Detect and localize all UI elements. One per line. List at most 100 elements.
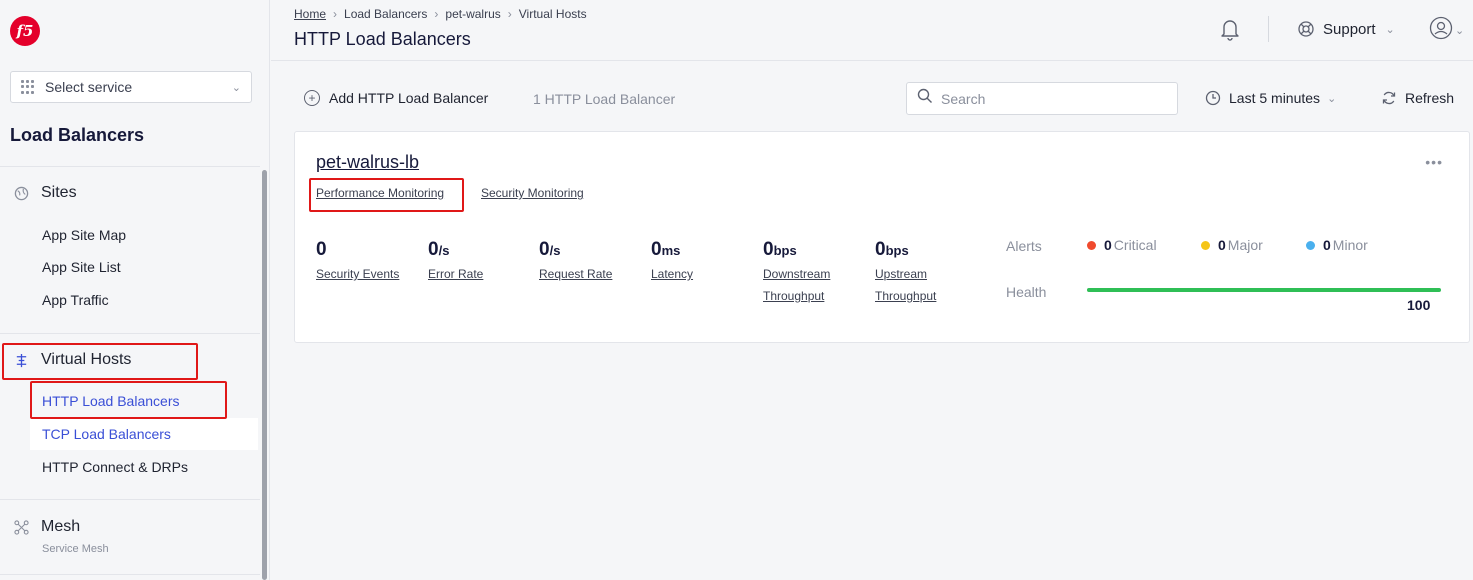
f5-logo[interactable]: f5 <box>10 16 40 46</box>
alert-label: Critical <box>1113 237 1157 253</box>
metric-error-rate: 0/s Error Rate <box>428 239 518 285</box>
highlight-box <box>309 178 464 212</box>
load-balancer-count: 1 HTTP Load Balancer <box>533 91 676 107</box>
health-bar <box>1087 288 1441 292</box>
metric-unit: bps <box>885 243 909 258</box>
alert-critical[interactable]: 0 Critical <box>1087 237 1157 253</box>
globe-icon <box>13 185 29 201</box>
refresh-label: Refresh <box>1405 90 1455 106</box>
sidebar-group-subtitle: Service Mesh <box>42 543 109 555</box>
sidebar-group-sites[interactable]: Sites <box>13 184 77 202</box>
load-balancer-name-link[interactable]: pet-walrus-lb <box>316 152 419 173</box>
metric-label-link[interactable]: Error Rate <box>428 263 518 285</box>
chevron-down-icon: ⌄ <box>231 81 241 94</box>
sidebar-group-label: Sites <box>41 184 77 201</box>
metric-label-link[interactable]: Latency <box>651 263 741 285</box>
breadcrumb-virtual-hosts[interactable]: Virtual Hosts <box>519 7 587 21</box>
metric-security-events: 0 Security Events <box>316 239 406 285</box>
alert-count: 0 <box>1323 237 1331 253</box>
status-dot-icon <box>1087 240 1096 250</box>
metric-value: 0 <box>428 239 439 260</box>
add-button-label: Add HTTP Load Balancer <box>329 90 489 106</box>
lifebuoy-icon <box>1297 20 1315 38</box>
sidebar-item-http-connect-drps[interactable]: HTTP Connect & DRPs <box>42 459 188 475</box>
chevron-right-icon: › <box>434 7 439 21</box>
divider <box>0 499 260 500</box>
metric-value: 0 <box>316 239 327 260</box>
status-dot-icon <box>1306 240 1315 250</box>
alert-minor[interactable]: 0 Minor <box>1306 237 1368 253</box>
health-label: Health <box>1006 284 1047 300</box>
highlight-box <box>2 343 198 380</box>
clock-icon <box>1205 90 1221 106</box>
metric-request-rate: 0/s Request Rate <box>539 239 629 285</box>
highlight-box <box>30 381 227 419</box>
divider <box>0 166 260 167</box>
divider <box>0 333 260 334</box>
metric-label-link[interactable]: Downstream Throughput <box>763 263 853 307</box>
mesh-icon <box>13 519 29 535</box>
support-label: Support <box>1323 20 1376 38</box>
breadcrumb-load-balancers[interactable]: Load Balancers <box>344 7 427 21</box>
sidebar-item-app-site-map[interactable]: App Site Map <box>42 227 126 243</box>
sidebar-group-label: Mesh <box>41 518 81 535</box>
sidebar-item-app-site-list[interactable]: App Site List <box>42 259 121 275</box>
alert-count: 0 <box>1104 237 1112 253</box>
select-service-label: Select service <box>45 79 133 95</box>
metric-upstream-throughput: 0bps Upstream Throughput <box>875 239 965 307</box>
sidebar-title: Load Balancers <box>10 125 145 145</box>
alerts-label: Alerts <box>1006 238 1042 254</box>
bell-icon[interactable] <box>1219 17 1241 41</box>
page-title: HTTP Load Balancers <box>294 29 471 49</box>
search-icon <box>917 88 933 109</box>
metric-unit: /s <box>549 243 561 258</box>
metric-label-link[interactable]: Request Rate <box>539 263 629 285</box>
more-actions-icon[interactable]: ••• <box>1425 154 1443 170</box>
metric-value: 0 <box>875 239 886 260</box>
metric-unit: ms <box>661 243 681 258</box>
breadcrumb-namespace[interactable]: pet-walrus <box>445 7 500 21</box>
breadcrumb-home[interactable]: Home <box>294 7 326 21</box>
health-bar-fill <box>1087 288 1441 292</box>
metric-latency: 0ms Latency <box>651 239 741 285</box>
load-balancer-card: pet-walrus-lb ••• Performance Monitoring… <box>294 131 1470 343</box>
alert-label: Major <box>1227 237 1263 253</box>
sidebar-group-mesh[interactable]: Mesh <box>13 518 80 536</box>
plus-circle-icon: + <box>304 90 320 106</box>
sidebar-item-tcp-load-balancers[interactable]: TCP Load Balancers <box>42 426 171 442</box>
header-divider <box>1268 16 1269 42</box>
refresh-button[interactable]: Refresh <box>1381 90 1454 106</box>
alert-label: Minor <box>1332 237 1368 253</box>
metric-value: 0 <box>763 239 774 260</box>
user-avatar-icon <box>1429 16 1453 45</box>
chevron-down-icon: ⌄ <box>1385 23 1395 36</box>
sidebar: f5 Select service ⌄ Load Balancers Sites… <box>0 0 270 580</box>
search-input[interactable] <box>941 90 1161 107</box>
sidebar-item-app-traffic[interactable]: App Traffic <box>42 292 109 308</box>
breadcrumb: Home › Load Balancers › pet-walrus › Vir… <box>294 7 587 21</box>
metric-label-link[interactable]: Security Events <box>316 263 406 285</box>
refresh-icon <box>1381 90 1397 106</box>
health-score: 100 <box>1407 297 1431 313</box>
chevron-right-icon: › <box>333 7 338 21</box>
support-menu[interactable]: Support ⌄ <box>1297 20 1395 38</box>
metric-value: 0 <box>539 239 550 260</box>
user-menu[interactable]: ⌄ <box>1429 16 1464 45</box>
chevron-down-icon: ⌄ <box>1327 92 1337 105</box>
app-grid-icon <box>21 80 37 94</box>
metric-unit: /s <box>438 243 450 258</box>
status-dot-icon <box>1201 240 1210 250</box>
metric-unit: bps <box>773 243 797 258</box>
chevron-right-icon: › <box>507 7 512 21</box>
alert-major[interactable]: 0 Major <box>1201 237 1263 253</box>
sidebar-scrollbar[interactable] <box>262 170 267 580</box>
time-range-label: Last 5 minutes <box>1229 90 1321 106</box>
metric-label-link[interactable]: Upstream Throughput <box>875 263 965 307</box>
chevron-down-icon: ⌄ <box>1455 25 1465 37</box>
select-service-dropdown[interactable]: Select service ⌄ <box>10 71 252 103</box>
alert-count: 0 <box>1218 237 1226 253</box>
tab-security-monitoring[interactable]: Security Monitoring <box>481 186 584 200</box>
time-range-selector[interactable]: Last 5 minutes ⌄ <box>1205 90 1336 106</box>
add-http-load-balancer-button[interactable]: + Add HTTP Load Balancer <box>304 90 488 106</box>
search-box[interactable] <box>906 82 1178 115</box>
